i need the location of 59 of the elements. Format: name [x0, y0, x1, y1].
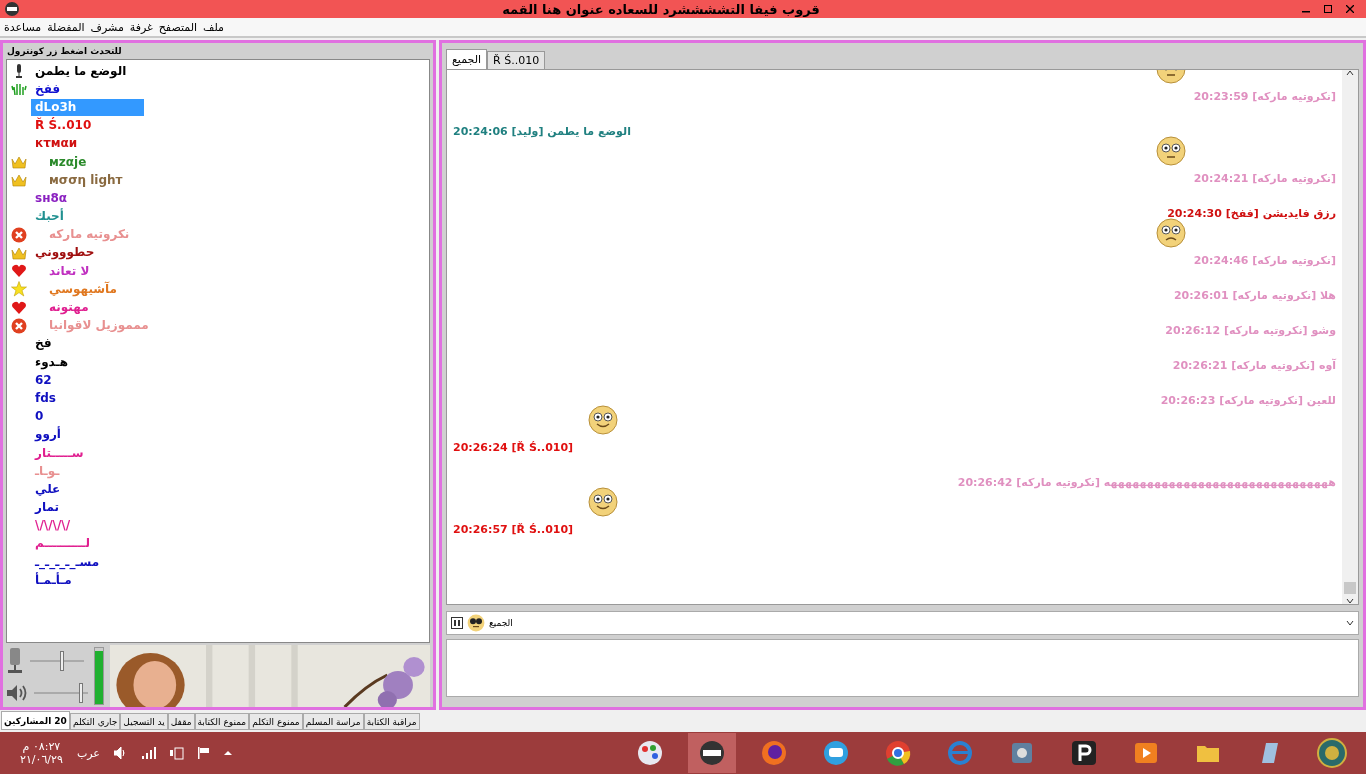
user-name[interactable]: أروو	[31, 426, 61, 444]
language-indicator[interactable]: عرب	[76, 746, 100, 760]
chat-message: 20:26:21 [نكروتيه ماركه] آوه	[1172, 359, 1336, 372]
menu-item[interactable]: مساعدة	[4, 20, 42, 34]
user-name[interactable]: ففخ	[31, 80, 61, 98]
user-name[interactable]: мzαje	[31, 153, 87, 171]
user-name[interactable]: 62	[31, 371, 52, 389]
clock-date: ٢١/٠٦/٢٩	[20, 753, 63, 766]
list-tab[interactable]: ممنوع التكلم	[249, 713, 303, 730]
user-name[interactable]: мσση lighт	[31, 171, 123, 189]
user-name[interactable]: هـدوء	[31, 353, 68, 371]
user-name[interactable]: ѕн8α	[31, 189, 68, 207]
user-name[interactable]: Ř Ś..010	[31, 117, 92, 135]
user-name[interactable]: 0	[31, 408, 44, 426]
chat-message: 20:24:21 [نكروتيه ماركه]	[1193, 172, 1336, 185]
list-tab[interactable]: 20 المشاركين	[1, 711, 70, 730]
user-name[interactable]: مسـ_ـ_ـ_ـ_ـ	[31, 553, 100, 571]
user-name[interactable]: кτмαи	[31, 135, 78, 153]
user-name[interactable]: الوضع ما يطمن	[31, 62, 127, 80]
menu-item[interactable]: المتصفح	[158, 20, 198, 34]
list-tab[interactable]: مقفل	[167, 713, 195, 730]
user-name[interactable]: علي	[31, 480, 61, 498]
user-name[interactable]: مهتونه	[31, 299, 89, 317]
user-name[interactable]: حطوووني	[31, 244, 95, 262]
chat-message: 20:26:24 [Ř Ś..010]	[453, 441, 574, 454]
user-name[interactable]: فخ	[31, 335, 52, 353]
menu-item[interactable]: المفضلة	[47, 20, 85, 34]
chat-message: 20:26:01 [نكروتيه ماركه] هلا	[1173, 289, 1336, 302]
chat-message: 20:26:23 [نكروتيه ماركه] للعين	[1160, 394, 1336, 407]
chat-tab[interactable]: الجميع	[446, 49, 488, 69]
menu-item[interactable]: مشرف	[90, 20, 124, 34]
chat-message: 20:26:57 [Ř Ś..010]	[453, 523, 574, 536]
clock-time: ٠٨:٢٧ م	[22, 740, 61, 753]
user-name[interactable]: ســـــتار	[31, 444, 84, 462]
chat-message: 20:26:42 [نكروتيه ماركه] هههههههههههههههههههههههههههههههه	[957, 476, 1336, 489]
user-name[interactable]: \/\/\/\/	[31, 517, 71, 535]
panel-header: للتحدث اضغط زر كونترول	[6, 45, 123, 59]
user-name[interactable]: لا تعاند	[31, 262, 90, 280]
user-name[interactable]: لــــــــــم	[31, 535, 90, 553]
user-name[interactable]: أحبك	[31, 208, 64, 226]
chat-message: 20:23:59 [نكروتيه ماركه]	[1193, 90, 1336, 103]
menu-item[interactable]: غرفة	[129, 20, 153, 34]
recipient-dropdown[interactable]: الجميع	[446, 611, 1359, 635]
chat-tab[interactable]: Ř Ś..010	[487, 51, 546, 69]
list-tab[interactable]: يد التسجيل	[120, 713, 168, 730]
recipient-label: الجميع	[489, 618, 514, 628]
chat-message: 20:24:30 [ففخ] رزق فايديشن	[1167, 207, 1336, 220]
user-name[interactable]: fds	[31, 389, 56, 407]
chat-message: 20:24:06 [وليد] الوضع ما يطمن	[453, 125, 631, 138]
list-tab[interactable]: مراسة المسلم	[302, 713, 364, 730]
user-name[interactable]: تمار	[31, 499, 59, 517]
user-name[interactable]: مـأـمـأ	[31, 571, 72, 589]
chat-message: 20:26:12 [نكروتيه ماركه] وشو	[1165, 324, 1336, 337]
list-tab[interactable]: ممنوع الكتابة	[194, 713, 250, 730]
list-tab[interactable]: مراقبة الكتابة	[363, 713, 420, 730]
list-tab[interactable]: جاري التكلم	[69, 713, 121, 730]
menu-item[interactable]: ملف	[203, 20, 224, 34]
chat-message: 20:24:46 [نكروتيه ماركه]	[1193, 254, 1336, 267]
window-title: قروب فيفا التششششرد للسعاده عنوان هنا القمه	[501, 1, 821, 17]
